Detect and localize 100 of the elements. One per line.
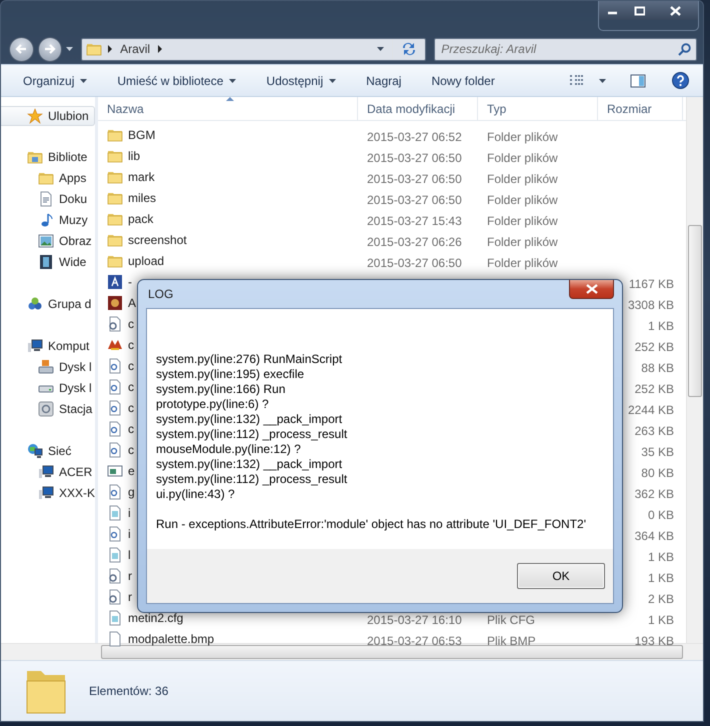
text-file-icon — [107, 505, 123, 522]
file-size: 2 KB — [648, 592, 675, 606]
folder-icon — [107, 148, 123, 164]
file-date: 2015-03-27 06:50 — [366, 172, 462, 186]
file-name[interactable]: BGM — [128, 126, 156, 144]
sidebar-item[interactable]: Muzy — [1, 210, 95, 231]
search-field[interactable]: Przeszukaj: Aravil — [434, 38, 697, 61]
sidebar-item[interactable]: Bibliote — [1, 146, 95, 168]
error-message: Run - exceptions.AttributeError:'module' object has no attribute 'UI_DEF_FONT2' — [156, 517, 586, 532]
log-line: system.py(line:112) _process_result — [156, 427, 348, 442]
library-file-icon — [107, 358, 123, 374]
file-name[interactable]: r — [128, 567, 132, 586]
file-type: Folder plików — [486, 256, 558, 270]
computer-icon — [38, 485, 54, 502]
file-name[interactable]: pack — [128, 210, 154, 228]
file-date: 2015-03-27 16:10 — [366, 613, 462, 628]
sidebar-item[interactable]: Sieć — [1, 440, 95, 462]
file-size: 263 KB — [634, 424, 675, 438]
chevron-icon[interactable] — [108, 45, 112, 54]
file-name[interactable]: r — [128, 588, 132, 606]
file-size: 252 KB — [634, 340, 675, 354]
file-name[interactable]: upload — [128, 252, 164, 270]
column-header[interactable]: Nazwa — [98, 96, 358, 121]
file-name[interactable]: A — [128, 294, 136, 312]
file-name[interactable]: lib — [128, 147, 140, 166]
toolbar-button[interactable]: Nagraj — [358, 68, 410, 94]
file-name[interactable]: e — [128, 462, 135, 480]
picture-icon — [38, 233, 54, 250]
file-size: 1 KB — [648, 613, 675, 628]
file-name[interactable]: i — [128, 504, 131, 522]
sidebar-item[interactable]: Grupa d — [1, 294, 95, 315]
homegroup-icon — [27, 296, 43, 312]
details-view-icon — [569, 74, 585, 87]
sidebar-item[interactable]: Doku — [1, 188, 95, 210]
caret-icon[interactable] — [66, 47, 74, 52]
scrollbar-thumb[interactable] — [688, 224, 702, 397]
close-button[interactable] — [653, 1, 698, 20]
library-file-icon — [107, 526, 123, 542]
ok-button[interactable]: OK — [517, 563, 605, 589]
file-type: Folder plików — [486, 130, 558, 144]
sidebar-item[interactable]: XXX-K — [1, 482, 95, 504]
file-size: 1167 KB — [628, 277, 675, 292]
vertical-scrollbar[interactable] — [686, 96, 703, 643]
column-header[interactable]: Data modyfikacji — [358, 96, 478, 121]
forward-button[interactable] — [38, 36, 62, 62]
library-file-icon — [107, 484, 123, 500]
column-header[interactable]: Typ — [478, 96, 598, 121]
file-name[interactable]: screenshot — [128, 231, 187, 250]
file-name[interactable]: c — [128, 315, 134, 334]
file-name[interactable]: g — [128, 483, 135, 502]
close-button[interactable] — [569, 280, 614, 299]
file-name[interactable]: c — [128, 420, 134, 438]
sidebar-item[interactable]: Wide — [1, 252, 95, 273]
file-name[interactable]: modpalette.bmp — [128, 630, 214, 648]
sidebar-item[interactable]: Obraz — [1, 230, 95, 252]
file-size: 1 KB — [648, 550, 675, 564]
back-button[interactable] — [9, 36, 34, 62]
file-name[interactable]: c — [128, 357, 134, 376]
file-size: 193 KB — [634, 634, 675, 648]
file-name[interactable]: - — [128, 273, 132, 292]
folder-icon — [107, 127, 123, 144]
sidebar-item[interactable]: ACER — [1, 462, 95, 483]
file-name[interactable]: mark — [128, 168, 155, 186]
horizontal-scrollbar[interactable] — [101, 644, 683, 659]
file-size: 2244 KB — [628, 403, 675, 418]
file-type: Folder plików — [486, 151, 558, 166]
file-name[interactable]: c — [128, 441, 134, 460]
file-name[interactable]: metin2.cfg — [128, 609, 184, 628]
sidebar-item[interactable]: Stacja — [1, 398, 95, 420]
settings-file-icon — [107, 316, 123, 332]
toolbar-button[interactable]: Umieść w bibliotece — [109, 68, 244, 94]
sidebar-item[interactable]: Ulubion — [1, 106, 95, 126]
sidebar-item[interactable]: Komput — [1, 336, 95, 357]
minimize-button[interactable] — [599, 1, 626, 20]
caret-icon[interactable] — [377, 47, 384, 52]
sidebar-item[interactable]: Apps — [1, 168, 95, 189]
chevron-icon[interactable] — [158, 45, 162, 54]
file-name[interactable]: miles — [128, 189, 156, 208]
column-header[interactable]: Rozmiar — [598, 96, 683, 121]
file-name[interactable]: c — [128, 399, 134, 418]
file-name[interactable]: c — [128, 336, 134, 354]
log-line: ui.py(line:43) ? — [156, 487, 235, 502]
toolbar-button[interactable]: Organizuj — [15, 68, 96, 94]
sidebar-item[interactable]: Dysk l — [1, 356, 95, 378]
file-date: 2015-03-27 06:50 — [366, 256, 462, 270]
folder-icon — [107, 232, 123, 248]
file-name[interactable]: c — [128, 378, 134, 396]
toolbar-button[interactable]: Nowy folder — [423, 68, 503, 94]
file-size: 364 KB — [634, 529, 675, 544]
settings-file-icon — [107, 589, 123, 606]
breadcrumb-item[interactable]: Aravil — [120, 40, 150, 58]
file-type: Folder plików — [486, 214, 558, 228]
file-name[interactable]: l — [128, 546, 131, 564]
sidebar-item[interactable]: Dysk l — [1, 378, 95, 399]
toolbar-button[interactable]: Udostępnij — [258, 68, 344, 94]
library-file-icon — [107, 421, 123, 438]
file-name[interactable]: i — [128, 525, 131, 544]
address-field[interactable]: Aravil — [81, 38, 426, 61]
dialog-title: LOG — [147, 286, 174, 303]
folder-icon — [107, 190, 123, 206]
